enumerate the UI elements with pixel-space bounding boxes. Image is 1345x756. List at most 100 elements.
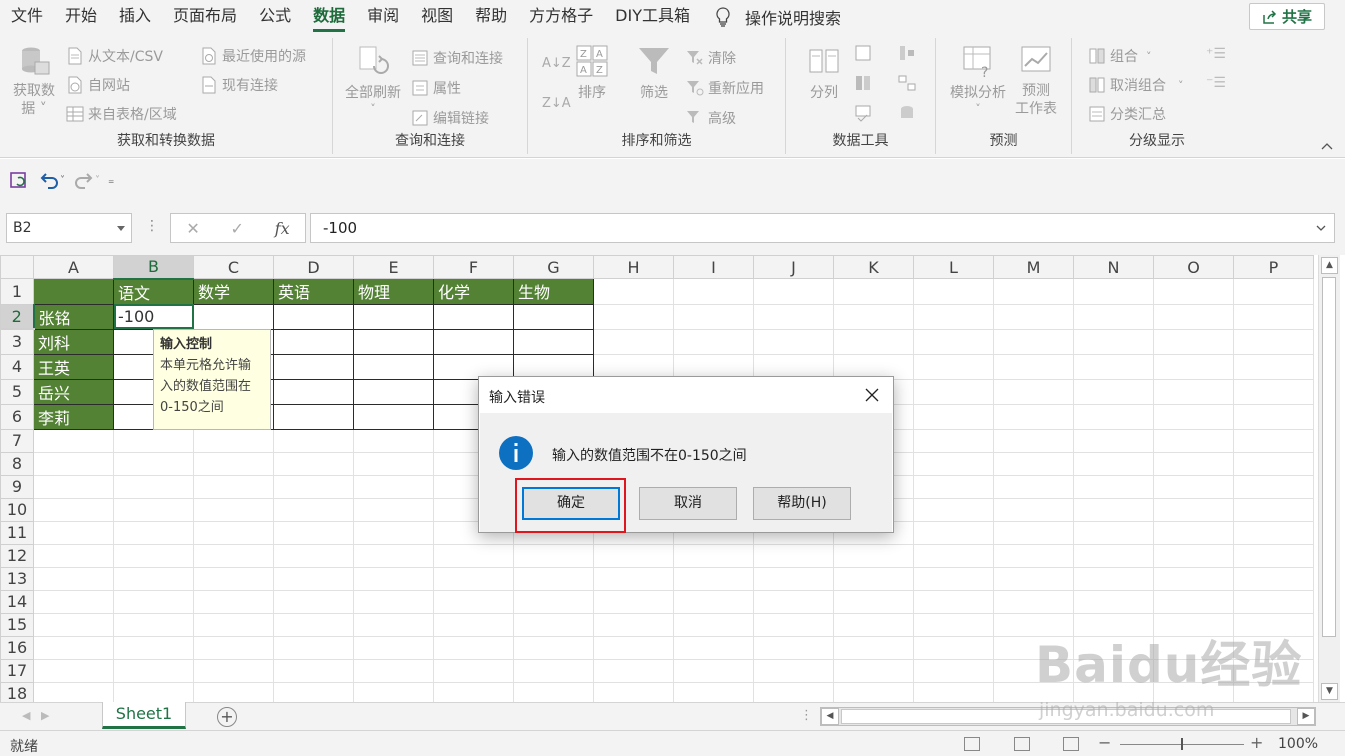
- cell[interactable]: [1153, 589, 1234, 614]
- cell[interactable]: [1153, 543, 1234, 568]
- cell[interactable]: [913, 566, 994, 591]
- cell[interactable]: 语文: [113, 278, 194, 305]
- cell[interactable]: [353, 658, 434, 683]
- cell[interactable]: [113, 451, 194, 476]
- scroll-down-icon[interactable]: ▼: [1321, 683, 1338, 700]
- zoom-in-icon[interactable]: +: [1250, 733, 1263, 752]
- cell[interactable]: [593, 658, 674, 683]
- cell[interactable]: [913, 589, 994, 614]
- get-data-button[interactable]: 获取数 据 ˅: [8, 44, 60, 118]
- cell[interactable]: [753, 635, 834, 660]
- cell[interactable]: 物理: [353, 278, 434, 305]
- row-header[interactable]: 14: [0, 589, 34, 614]
- reapply-button[interactable]: 重新应用: [686, 78, 764, 98]
- cell[interactable]: [353, 353, 434, 380]
- cell[interactable]: [353, 497, 434, 522]
- cell[interactable]: [273, 658, 354, 683]
- insert-function-icon[interactable]: fx: [275, 219, 290, 238]
- subtotal-button[interactable]: 分类汇总: [1088, 104, 1166, 124]
- cell[interactable]: [433, 681, 514, 702]
- customize-qat-button[interactable]: ₌: [108, 173, 114, 187]
- cell[interactable]: [1073, 328, 1154, 355]
- cell[interactable]: [113, 612, 194, 637]
- cell[interactable]: [1233, 520, 1314, 545]
- cell[interactable]: [1153, 451, 1234, 476]
- forecast-sheet-button[interactable]: 预测 工作表: [1014, 44, 1058, 118]
- cell[interactable]: [33, 543, 114, 568]
- tab-fangfang[interactable]: 方方格子: [518, 0, 604, 34]
- cell[interactable]: [993, 403, 1074, 430]
- cell[interactable]: [993, 520, 1074, 545]
- scroll-right-icon[interactable]: ▶: [1297, 708, 1315, 725]
- column-header[interactable]: E: [353, 255, 434, 279]
- from-text-csv-button[interactable]: 从文本/CSV: [66, 46, 163, 66]
- cell[interactable]: [1153, 658, 1234, 683]
- cell[interactable]: [433, 328, 514, 355]
- cell[interactable]: [33, 520, 114, 545]
- column-header[interactable]: J: [753, 255, 834, 279]
- chevron-down-icon[interactable]: [117, 226, 125, 232]
- page-break-view-icon[interactable]: [1063, 737, 1079, 751]
- cell[interactable]: [833, 681, 914, 702]
- cell[interactable]: [833, 303, 914, 330]
- cell[interactable]: [433, 303, 514, 330]
- tab-page-layout[interactable]: 页面布局: [162, 0, 248, 34]
- row-header[interactable]: 6: [0, 403, 34, 430]
- page-layout-view-icon[interactable]: [1014, 737, 1030, 751]
- cell[interactable]: [193, 658, 274, 683]
- cell[interactable]: [913, 658, 994, 683]
- tab-help[interactable]: 帮助: [464, 0, 518, 34]
- row-header[interactable]: 2: [0, 303, 35, 330]
- cell[interactable]: [593, 328, 674, 355]
- horizontal-scroll-thumb[interactable]: [841, 709, 1291, 724]
- cell[interactable]: [433, 658, 514, 683]
- cell[interactable]: [33, 474, 114, 499]
- cell[interactable]: [1073, 612, 1154, 637]
- enter-formula-icon[interactable]: ✓: [231, 219, 244, 238]
- cell[interactable]: [913, 681, 994, 702]
- cell[interactable]: 化学: [433, 278, 514, 305]
- row-header[interactable]: 10: [0, 497, 34, 522]
- cell[interactable]: [113, 589, 194, 614]
- cell[interactable]: [673, 566, 754, 591]
- cell[interactable]: [33, 278, 114, 305]
- cell[interactable]: [753, 681, 834, 702]
- cell[interactable]: [993, 658, 1074, 683]
- cell[interactable]: [273, 589, 354, 614]
- cell[interactable]: [833, 278, 914, 305]
- cell[interactable]: [1233, 474, 1314, 499]
- advanced-filter-button[interactable]: 高级: [686, 108, 736, 128]
- cell[interactable]: [113, 658, 194, 683]
- column-header[interactable]: L: [913, 255, 994, 279]
- cell[interactable]: [1153, 328, 1234, 355]
- cell[interactable]: [1233, 566, 1314, 591]
- from-web-button[interactable]: 自网站: [66, 75, 130, 95]
- tab-formulas[interactable]: 公式: [248, 0, 302, 34]
- vertical-scrollbar[interactable]: ▲ ▼: [1318, 255, 1340, 702]
- cell[interactable]: [353, 520, 434, 545]
- from-table-button[interactable]: 来自表格/区域: [66, 104, 177, 124]
- cell[interactable]: [913, 451, 994, 476]
- cell[interactable]: [33, 612, 114, 637]
- expand-formula-icon[interactable]: [1316, 225, 1326, 231]
- cell[interactable]: 英语: [273, 278, 354, 305]
- cell[interactable]: [1073, 303, 1154, 330]
- sheet-nav-arrows-icon[interactable]: ◀ ▶: [22, 709, 49, 722]
- cell[interactable]: [993, 451, 1074, 476]
- recent-sources-button[interactable]: 最近使用的源: [200, 46, 306, 66]
- cell[interactable]: [1153, 428, 1234, 453]
- cell[interactable]: [673, 658, 754, 683]
- cell[interactable]: [753, 612, 834, 637]
- row-header[interactable]: 7: [0, 428, 34, 453]
- cell[interactable]: [993, 566, 1074, 591]
- cell[interactable]: [33, 566, 114, 591]
- sort-button[interactable]: ZAAZ 排序: [572, 44, 612, 102]
- cell[interactable]: [273, 520, 354, 545]
- cell[interactable]: [993, 612, 1074, 637]
- column-header[interactable]: O: [1153, 255, 1234, 279]
- cell[interactable]: [513, 566, 594, 591]
- queries-connections-button[interactable]: 查询和连接: [411, 48, 503, 68]
- cell[interactable]: [1073, 403, 1154, 430]
- column-header[interactable]: K: [833, 255, 914, 279]
- cell[interactable]: [193, 589, 274, 614]
